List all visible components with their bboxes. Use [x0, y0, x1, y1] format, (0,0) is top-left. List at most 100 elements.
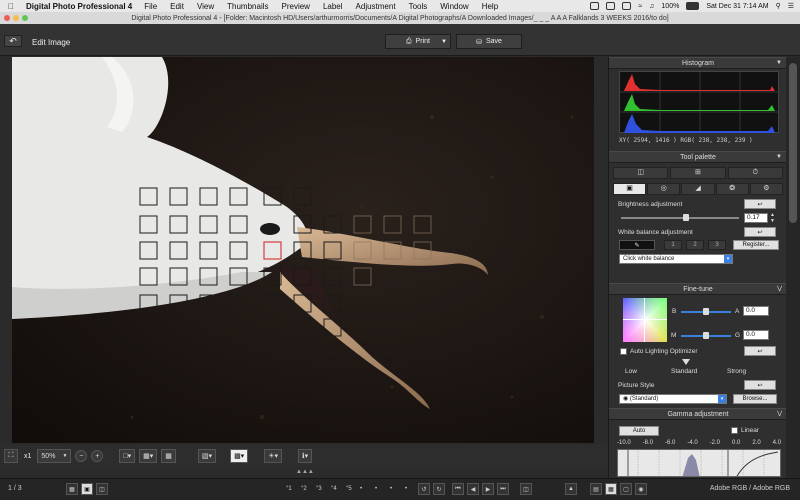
prev-image-icon[interactable]: ◀ [467, 483, 479, 495]
alo-reset-button[interactable]: ↩ [744, 346, 776, 356]
grid-overlay-icon[interactable]: ▦▾ [139, 449, 158, 463]
clock[interactable]: Sat Dec 31 7:14 AM [706, 3, 768, 10]
rating-3[interactable]: “3 [313, 483, 325, 495]
register-button[interactable]: Register... [733, 240, 779, 250]
crop-overlay-icon[interactable]: □▾ [119, 449, 136, 463]
star-dot-icon[interactable]: • [400, 483, 412, 495]
search-icon[interactable]: ⚲ [776, 2, 781, 10]
battery-icon[interactable] [686, 2, 700, 10]
rotate-left-icon[interactable]: ↺ [418, 483, 430, 495]
last-image-icon[interactable]: ⏭ [497, 483, 509, 495]
notification-center-icon[interactable]: ☰ [788, 2, 794, 10]
minimize-window-icon[interactable] [13, 15, 19, 21]
alo-checkbox[interactable] [620, 348, 627, 355]
tab-curve[interactable]: ◢ [681, 183, 715, 195]
image-viewport[interactable] [12, 57, 594, 443]
g-value[interactable]: 0.0 [743, 330, 769, 340]
af-points-icon[interactable]: ▦ [161, 449, 176, 463]
brightness-knob[interactable] [683, 214, 689, 221]
menu-thumbnails[interactable]: Thumbnails [227, 2, 268, 11]
info-icon[interactable]: ℹ▾ [298, 449, 313, 463]
a-value[interactable]: 0.0 [743, 306, 769, 316]
brightness-slider[interactable] [621, 214, 739, 221]
tab-color[interactable]: ❂ [715, 183, 749, 195]
chevron-down-icon[interactable]: ▼ [776, 58, 782, 69]
brightness-reset-button[interactable]: ↩ [744, 199, 776, 209]
apple-icon[interactable]:  [8, 2, 18, 11]
chevron-down-icon[interactable]: ▼ [776, 152, 782, 163]
magenta-green-knob[interactable] [703, 332, 709, 339]
tool-palette-header[interactable]: Tool palette ▼ [609, 151, 787, 163]
close-window-icon[interactable] [4, 15, 10, 21]
brightness-stepper-icon[interactable]: ▲ ▼ [770, 212, 775, 224]
single-view-icon[interactable]: ▣ [81, 483, 93, 495]
rotate-right-icon[interactable]: ↻ [433, 483, 445, 495]
save-button[interactable]: ⛁ Save [456, 34, 522, 49]
tool-palette-toggle-icon[interactable]: ▲ [565, 483, 577, 495]
back-button[interactable]: ↶ [4, 35, 22, 47]
histogram-header[interactable]: Histogram ▼ [609, 57, 787, 69]
gamma-graph[interactable] [617, 449, 781, 477]
chevron-down-icon[interactable]: ▼ [441, 39, 447, 45]
volume-icon[interactable]: ♫ [649, 3, 654, 10]
fit-screen-icon[interactable]: ⛶ [4, 449, 18, 463]
star-dot-icon[interactable]: • [370, 483, 382, 495]
picture-style-reset-button[interactable]: ↩ [744, 380, 776, 390]
menu-help[interactable]: Help [482, 2, 498, 11]
tab-settings[interactable]: ⚙ [749, 183, 784, 195]
linear-checkbox[interactable] [731, 427, 738, 434]
menu-app-name[interactable]: Digital Photo Professional 4 [26, 2, 132, 11]
tab-crop[interactable]: ⊞ [670, 167, 726, 179]
gamma-auto-button[interactable]: Auto [619, 426, 659, 436]
menu-tools[interactable]: Tools [409, 2, 428, 11]
scrollbar-thumb[interactable] [789, 63, 797, 223]
battery-percent[interactable]: 100% [661, 3, 679, 10]
checker-icon[interactable]: ▩▾ [230, 449, 249, 463]
grid-display-icon[interactable]: ▧▾ [197, 449, 217, 463]
wb-slot-3[interactable]: 3 [708, 240, 726, 250]
tray-app-icon[interactable] [590, 2, 600, 10]
chevron-down-icon[interactable]: ⋁ [777, 409, 782, 420]
menu-file[interactable]: File [144, 2, 157, 11]
blue-amber-knob[interactable] [703, 308, 709, 315]
panel-active-icon[interactable]: ▦ [605, 483, 617, 495]
wb-slot-2[interactable]: 2 [686, 240, 704, 250]
wb-slot-1[interactable]: 1 [664, 240, 682, 250]
rating-5[interactable]: “5 [343, 483, 355, 495]
expand-filmstrip-icon[interactable]: ▲▲▲ [296, 469, 314, 475]
camera-icon[interactable]: ◉ [635, 483, 647, 495]
star-dot-icon[interactable]: • [385, 483, 397, 495]
first-image-icon[interactable]: ⏮ [452, 483, 464, 495]
highlight-warning-icon[interactable]: ☀▾ [264, 449, 282, 463]
magenta-green-slider[interactable] [681, 332, 731, 339]
menu-preview[interactable]: Preview [282, 2, 310, 11]
picture-style-select[interactable]: ◉ (Standard) ▾ [619, 394, 727, 404]
finetune-header[interactable]: Fine-tune ⋁ [609, 283, 787, 295]
zoom-x1-label[interactable]: x1 [24, 453, 31, 460]
eyedropper-icon[interactable]: ✎ [619, 240, 655, 250]
star-dot-icon[interactable]: • [355, 483, 367, 495]
zoom-select[interactable]: 50% ▼ [37, 449, 72, 463]
thumbnail-view-icon[interactable]: ▦ [66, 483, 78, 495]
rating-1[interactable]: “1 [283, 483, 295, 495]
right-panel-scrollbar[interactable] [786, 57, 800, 478]
tray-app-icon[interactable] [606, 2, 616, 10]
color-wheel[interactable] [623, 298, 667, 342]
fullscreen-icon[interactable]: ▢ [620, 483, 632, 495]
rating-2[interactable]: “2 [298, 483, 310, 495]
rating-4[interactable]: “4 [328, 483, 340, 495]
menu-view[interactable]: View [197, 2, 214, 11]
zoom-window-icon[interactable] [22, 15, 28, 21]
wb-select[interactable]: Click white balance ▾ [619, 254, 733, 264]
brightness-value[interactable]: 0.17 [744, 213, 768, 223]
print-button[interactable]: ⎙ Print ▼ [385, 34, 451, 49]
zoom-in-icon[interactable]: + [91, 450, 104, 462]
menu-edit[interactable]: Edit [170, 2, 184, 11]
gamma-header[interactable]: Gamma adjustment ⋁ [609, 408, 787, 420]
tab-compare[interactable]: ◫ [613, 167, 669, 179]
menu-label[interactable]: Label [323, 2, 343, 11]
next-image-icon[interactable]: ▶ [482, 483, 494, 495]
blue-amber-slider[interactable] [681, 308, 731, 315]
compare-icon[interactable]: ◫ [520, 483, 532, 495]
panel-layout-icon[interactable]: ▤ [590, 483, 602, 495]
